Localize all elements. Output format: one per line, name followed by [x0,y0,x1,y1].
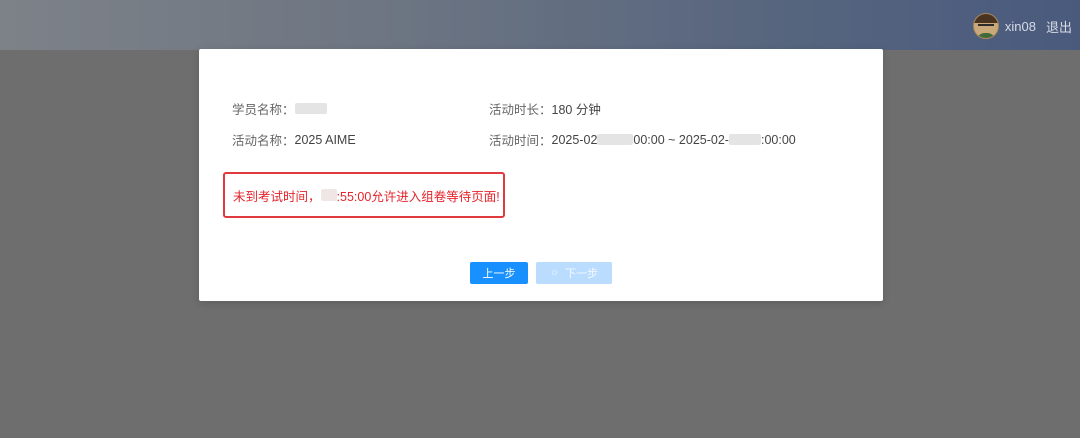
logout-link[interactable]: 退出 [1046,17,1072,36]
student-name-row: 学员名称： [232,99,327,118]
activity-time-row: 活动时间： 2025-02 00:00 ~ 2025-02- :00:00 [489,130,796,149]
activity-name-row: 活动名称： 2025 AIME [232,130,356,149]
username[interactable]: xin08 [1005,19,1036,34]
activity-duration-value: 180 分钟 [551,103,601,117]
user-area: xin08 退出 [972,13,1072,39]
user-avatar-icon[interactable] [972,13,999,39]
loading-icon: ☼ [549,267,560,278]
activity-time-separator: ~ [664,132,679,147]
student-name-label: 学员名称： [232,103,295,117]
activity-time-end-suffix: :00:00 [760,132,796,147]
activity-time-start-suffix: 00:00 [633,132,665,147]
exam-info-modal: 学员名称： 活动时长： 180 分钟 活动名称： 2025 AIME 活动时间：… [199,49,883,301]
activity-name-value: 2025 AIME [294,132,356,147]
notice-prefix: 未到考试时间， [233,189,321,204]
activity-time-end-redacted [728,134,761,145]
notice-time-redacted [320,189,337,201]
activity-time-start-redacted [597,134,634,145]
activity-time-label: 活动时间： [489,134,552,148]
exam-not-started-notice: 未到考试时间， :55:00允许进入组卷等待页面! [223,172,505,218]
activity-time-end-prefix: 2025-02- [678,132,729,147]
activity-time-start-prefix: 2025-02 [551,132,598,147]
student-name-redacted [294,103,327,114]
next-step-label: 下一步 [565,268,599,280]
prev-step-button[interactable]: 上一步 [470,262,528,284]
activity-duration-label: 活动时长： [489,103,552,117]
activity-name-label: 活动名称： [232,134,295,148]
prev-step-label: 上一步 [482,268,516,280]
notice-suffix: :55:00允许进入组卷等待页面! [336,189,500,204]
next-step-button[interactable]: ☼ 下一步 [536,262,612,284]
activity-duration-row: 活动时长： 180 分钟 [489,99,601,118]
